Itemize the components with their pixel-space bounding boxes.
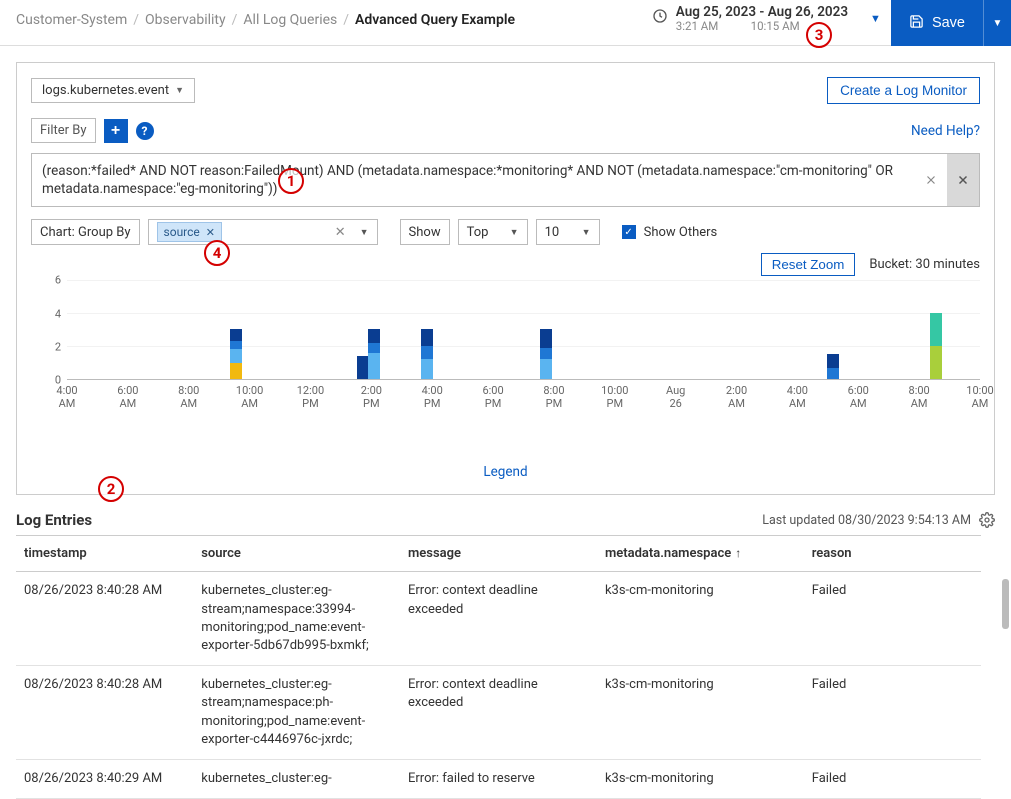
show-count-select[interactable]: 10▼ xyxy=(536,219,600,245)
crumb-observability[interactable]: Observability xyxy=(145,12,226,28)
col-timestamp[interactable]: timestamp xyxy=(16,536,193,572)
add-filter-button[interactable]: + xyxy=(104,119,128,143)
log-entries-title: Log Entries xyxy=(16,511,92,529)
save-label: Save xyxy=(932,15,965,31)
x-tick: 12:00PM xyxy=(297,384,324,410)
chart-controls: Chart: Group By source ✕ ✕ ▼ Show Top▼ 1… xyxy=(31,219,980,245)
time-to: 10:15 AM xyxy=(751,20,811,34)
chart-y-axis: 0 2 4 6 xyxy=(31,280,65,380)
log-table: timestamp source message metadata.namesp… xyxy=(16,535,981,799)
close-query-icon[interactable] xyxy=(947,154,979,206)
x-tick: 4:00AM xyxy=(787,384,808,410)
legend-link[interactable]: Legend xyxy=(31,464,980,480)
reset-zoom-button[interactable]: Reset Zoom xyxy=(761,253,856,276)
log-table-wrap: timestamp source message metadata.namesp… xyxy=(0,535,1011,799)
crumb-customer[interactable]: Customer-System xyxy=(16,12,127,28)
x-tick: 4:00AM xyxy=(56,384,77,410)
save-dropdown-button[interactable]: ▼ xyxy=(983,0,1011,46)
time-range-text: Aug 25, 2023 - Aug 26, 2023 3:21 AM 10:1… xyxy=(676,4,848,34)
x-tick: 8:00PM xyxy=(543,384,564,410)
crumb-sep: / xyxy=(343,12,349,28)
x-tick: 2:00AM xyxy=(726,384,747,410)
gear-icon[interactable] xyxy=(979,512,995,528)
create-log-monitor-button[interactable]: Create a Log Monitor xyxy=(827,77,980,104)
x-tick: 10:00AM xyxy=(236,384,263,410)
chevron-down-icon: ▼ xyxy=(360,227,369,238)
chart-bar[interactable] xyxy=(230,329,242,379)
chevron-down-icon: ▼ xyxy=(582,227,591,238)
help-icon[interactable]: ? xyxy=(136,122,154,140)
need-help-link[interactable]: Need Help? xyxy=(911,123,980,139)
log-source-value: logs.kubernetes.event xyxy=(42,83,169,98)
time-range-picker[interactable]: Aug 25, 2023 - Aug 26, 2023 3:21 AM 10:1… xyxy=(642,0,891,34)
table-row[interactable]: 08/26/2023 8:40:28 AMkubernetes_cluster:… xyxy=(16,666,981,760)
chart-plot-area[interactable] xyxy=(67,280,980,380)
group-by-tag[interactable]: source ✕ xyxy=(157,222,222,242)
group-by-select[interactable]: source ✕ ✕ ▼ xyxy=(148,219,378,245)
scrollbar-thumb[interactable] xyxy=(1002,579,1009,629)
x-tick: 10:00PM xyxy=(601,384,628,410)
chart-bar[interactable] xyxy=(540,329,552,379)
chevron-down-icon: ▼ xyxy=(510,227,519,238)
col-reason[interactable]: reason xyxy=(804,536,981,572)
col-namespace[interactable]: metadata.namespace↑ xyxy=(597,536,804,572)
col-message[interactable]: message xyxy=(400,536,597,572)
chart-bar[interactable] xyxy=(368,329,380,379)
chevron-down-icon: ▼ xyxy=(175,85,184,96)
table-row[interactable]: 08/26/2023 8:40:29 AMkubernetes_cluster:… xyxy=(16,759,981,798)
col-source[interactable]: source xyxy=(193,536,400,572)
log-source-select[interactable]: logs.kubernetes.event ▼ xyxy=(31,78,195,103)
x-tick: 6:00AM xyxy=(117,384,138,410)
remove-tag-icon[interactable]: ✕ xyxy=(206,226,215,239)
query-input-box: (reason:*failed* AND NOT reason:FailedMo… xyxy=(31,153,980,207)
show-others-label: Show Others xyxy=(644,225,718,240)
chevron-down-icon[interactable]: ▼ xyxy=(870,12,881,25)
query-input[interactable]: (reason:*failed* AND NOT reason:FailedMo… xyxy=(32,154,915,206)
crumb-current: Advanced Query Example xyxy=(355,12,515,28)
show-label: Show xyxy=(400,219,450,245)
last-updated-label: Last updated 08/30/2023 9:54:13 AM xyxy=(762,513,971,528)
x-tick: 6:00PM xyxy=(482,384,503,410)
query-panel: logs.kubernetes.event ▼ Create a Log Mon… xyxy=(16,62,995,495)
topbar: Customer-System / Observability / All Lo… xyxy=(0,0,1011,46)
clear-groupby-icon[interactable]: ✕ xyxy=(331,225,350,240)
chart-bar[interactable] xyxy=(930,313,942,380)
table-row[interactable]: 08/26/2023 8:40:28 AMkubernetes_cluster:… xyxy=(16,572,981,666)
group-by-label: Chart: Group By xyxy=(31,219,140,245)
time-from: 3:21 AM xyxy=(676,20,748,34)
x-tick: 10:00AM xyxy=(966,384,993,410)
crumb-sep: / xyxy=(232,12,238,28)
time-range-dates: Aug 25, 2023 - Aug 26, 2023 xyxy=(676,4,848,20)
x-tick: 8:00AM xyxy=(178,384,199,410)
breadcrumb: Customer-System / Observability / All Lo… xyxy=(0,0,642,40)
show-others-checkbox[interactable]: ✓ xyxy=(622,225,636,239)
chart: 0 2 4 6 4:00AM 6:00AM 8:00AM 10:00AM 12:00PM… xyxy=(31,280,980,420)
log-entries-header: Log Entries Last updated 08/30/2023 9:54… xyxy=(16,511,995,529)
clock-icon xyxy=(652,8,668,28)
x-tick: 8:00AM xyxy=(909,384,930,410)
save-group: Save ▼ xyxy=(891,0,1011,46)
clear-query-icon[interactable] xyxy=(915,154,947,206)
x-tick: 6:00AM xyxy=(848,384,869,410)
chart-bar[interactable] xyxy=(421,329,433,379)
save-button[interactable]: Save xyxy=(891,0,983,46)
x-tick: Aug26 xyxy=(666,384,685,410)
x-tick: 2:00PM xyxy=(361,384,382,410)
crumb-sep: / xyxy=(133,12,139,28)
bucket-label: Bucket: 30 minutes xyxy=(869,257,980,272)
show-mode-select[interactable]: Top▼ xyxy=(458,219,528,245)
crumb-all-log-queries[interactable]: All Log Queries xyxy=(243,12,337,28)
save-icon xyxy=(909,14,924,33)
filter-by-label: Filter By xyxy=(31,118,96,143)
chart-bar[interactable] xyxy=(827,354,839,379)
sort-asc-icon: ↑ xyxy=(735,546,741,560)
x-tick: 4:00PM xyxy=(422,384,443,410)
